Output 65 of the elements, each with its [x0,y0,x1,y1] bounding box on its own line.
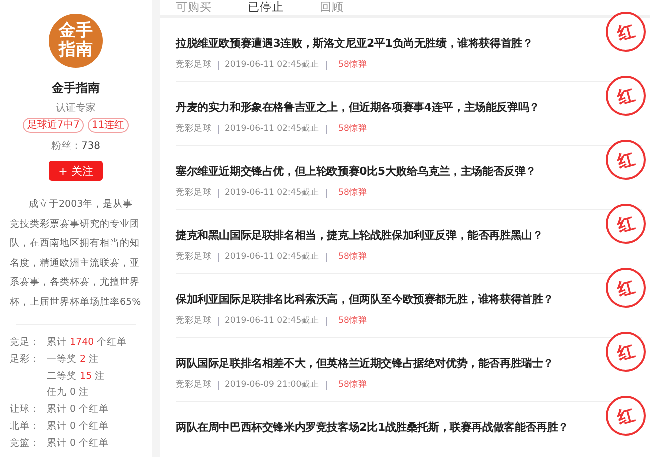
record-tag: 足球近7中7 [23,118,84,133]
stat-value: 累计 0 个红单 [47,436,110,451]
result-stamp: 红 [606,204,646,244]
expert-role: 认证专家 [56,102,96,115]
stat-label: 竞足： [10,336,41,350]
article-deadline: 2019-06-11 02:45截止 [225,59,320,71]
stat-value: 累计 0 个红单 [47,420,110,434]
separator-icon [326,60,327,70]
article-category: 竞彩足球 [176,251,212,263]
article-deadline: 2019-06-11 02:45截止 [225,123,320,135]
stat-value: 任九 0 注 [47,386,90,400]
expert-name: 金手指南 [52,80,100,97]
article-title[interactable]: 塞尔维亚近期交锋占优，但上轮欧预赛0比5大败给乌克兰，主场能否反弹？ [176,164,537,179]
article-deadline: 2019-06-11 02:45截止 [225,251,320,263]
record-tag: 11连红 [88,118,129,133]
separator-icon [218,124,219,134]
stat-value: 二等奖 15 注 [47,370,106,384]
stat-label: 足彩： [10,352,41,367]
separator-icon [326,188,327,198]
article-title[interactable]: 丹麦的实力和形象在格鲁吉亚之上，但近期各项赛事4连平，主场能反弹吗？ [176,100,540,115]
result-stamp: 红 [606,268,646,308]
stat-label: 竞篮： [10,436,41,451]
article-price: 58惊弹 [338,59,368,71]
article-price: 58惊弹 [338,123,368,135]
article-category: 竞彩足球 [176,187,212,199]
separator-icon [326,316,327,326]
tab[interactable]: 已停止 [248,0,284,15]
result-stamp: 红 [606,76,646,116]
stat-value: 累计 1740 个红单 [47,336,128,350]
article-price: 58惊弹 [338,315,368,327]
article-deadline: 2019-06-09 21:00截止 [225,379,320,391]
article-deadline: 2019-06-11 02:45截止 [225,187,320,199]
separator-icon [326,252,327,262]
article-price: 58惊弹 [338,251,368,263]
separator-icon [326,380,327,390]
article-title[interactable]: 拉脱维亚欧预赛遭遇3连败，斯洛文尼亚2平1负尚无胜绩，谁将获得首胜？ [176,36,534,51]
article-price: 58惊弹 [338,187,368,199]
result-stamp: 红 [606,396,646,436]
result-stamp: 红 [606,12,646,52]
article-category: 竞彩足球 [176,379,212,391]
stat-label: 让球： [10,403,41,418]
stat-label: 北单： [10,420,41,434]
article-price: 58惊弹 [338,379,368,391]
separator-icon [218,252,219,262]
follow-button[interactable]: + 关注 [49,161,103,181]
fans-count: 粉丝：738 [51,140,101,153]
logo-avatar: 金手 指南 [49,14,103,68]
separator-icon [218,188,219,198]
separator-icon [218,60,219,70]
stat-value: 一等奖 2 注 [47,352,100,367]
article-title[interactable]: 保加利亚国际足联排名比科索沃高，但两队至今欧预赛都无胜，谁将获得首胜？ [176,292,554,307]
article-category: 竞彩足球 [176,123,212,135]
separator-icon [218,316,219,326]
separator-icon [326,124,327,134]
article-title[interactable]: 两队国际足联排名相差不大，但英格兰近期交锋占据绝对优势，能否再胜瑞士？ [176,356,554,371]
bio-text: 成立于2003年，是从事竞技类彩票赛事研究的专业团队，在西南地区拥有相当的知名度，精通欧洲主流联赛，亚系赛事，各类杯赛，尤擅世界杯，上届世界杯单场胜率65% [10,198,142,310]
separator-icon [218,380,219,390]
article-category: 竞彩足球 [176,59,212,71]
article-category: 竞彩足球 [176,315,212,327]
result-stamp: 红 [606,332,646,372]
result-stamp: 红 [606,140,646,180]
article-title[interactable]: 捷克和黑山国际足联排名相当，捷克上轮战胜保加利亚反弹，能否再胜黑山？ [176,228,544,243]
article-deadline: 2019-06-11 02:45截止 [225,315,320,327]
stat-value: 累计 0 个红单 [47,403,110,418]
article-title[interactable]: 两队在周中巴西杯交锋米内罗竞技客场2比1战胜桑托斯，联赛再战做客能否再胜？ [176,420,569,435]
